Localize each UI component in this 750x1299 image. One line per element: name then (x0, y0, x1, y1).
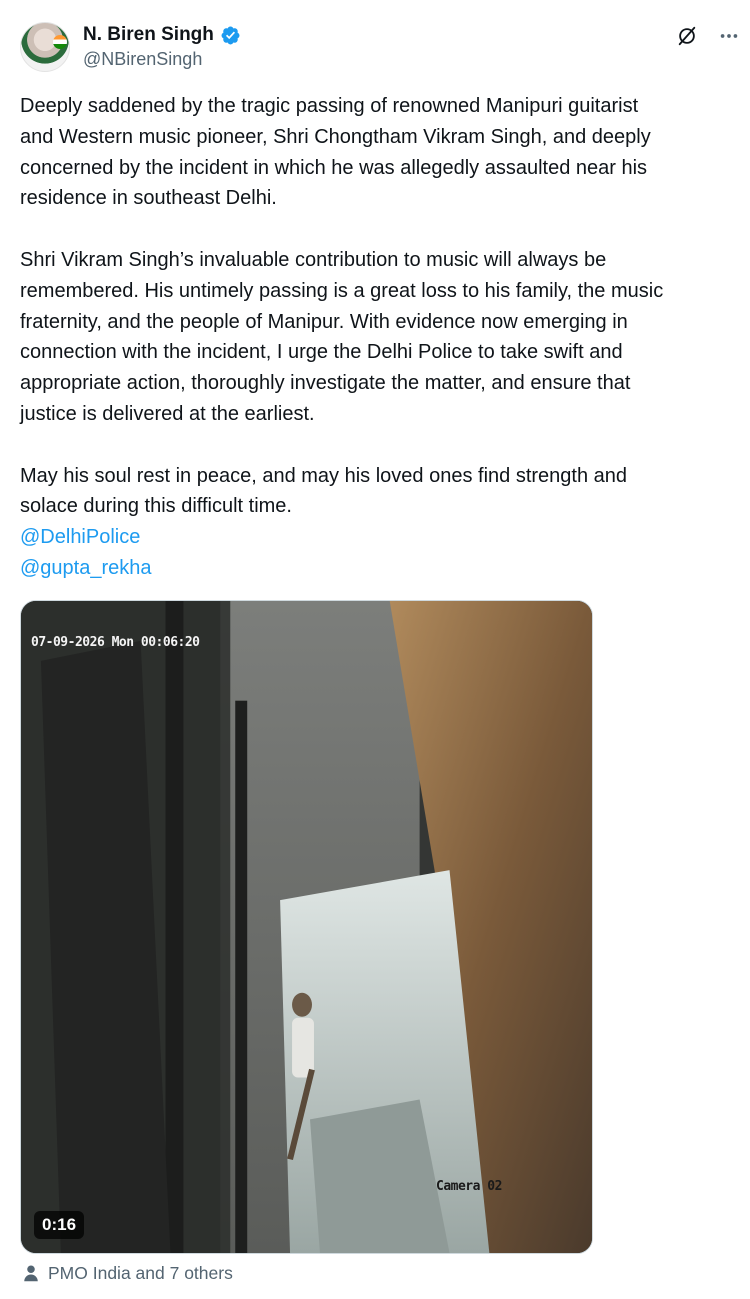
cctv-camera-label: Camera 02 (436, 1179, 502, 1194)
tweet-paragraph: May his soul rest in peace, and may his … (20, 464, 628, 518)
tweet-header: N. Biren Singh @NBirenSingh (0, 0, 750, 90)
author-avatar[interactable] (20, 22, 70, 72)
tweet-actions-top (674, 22, 742, 50)
author-handle[interactable]: @NBirenSingh (83, 49, 202, 70)
more-icon[interactable] (716, 23, 742, 49)
tweet-paragraph: Shri Vikram Singh’s invaluable contribut… (20, 248, 664, 425)
video-frame (21, 601, 592, 1253)
video-duration-badge: 0:16 (34, 1211, 85, 1239)
cctv-timestamp: 07-09-2026 Mon 00:06:20 (31, 635, 200, 650)
author-name-row[interactable]: N. Biren Singh (83, 22, 241, 48)
tweet-text: Deeply saddened by the tragic passing of… (20, 91, 742, 584)
verified-badge-icon (220, 25, 241, 46)
tweet-paragraph: Deeply saddened by the tragic passing of… (20, 95, 651, 210)
mention-link-delhipolice[interactable]: @DelhiPolice (20, 522, 742, 553)
video-player[interactable]: 07-09-2026 Mon 00:06:20 Camera 02 0:16 (20, 600, 593, 1254)
person-icon (22, 1264, 40, 1282)
author-name[interactable]: N. Biren Singh (83, 24, 214, 46)
slashed-circle-icon[interactable] (674, 23, 700, 49)
social-context-text: PMO India and 7 others (48, 1262, 233, 1283)
mention-link-gupta-rekha[interactable]: @gupta_rekha (20, 553, 742, 584)
social-context[interactable]: PMO India and 7 others (22, 1262, 233, 1284)
flag-icon (53, 35, 67, 49)
